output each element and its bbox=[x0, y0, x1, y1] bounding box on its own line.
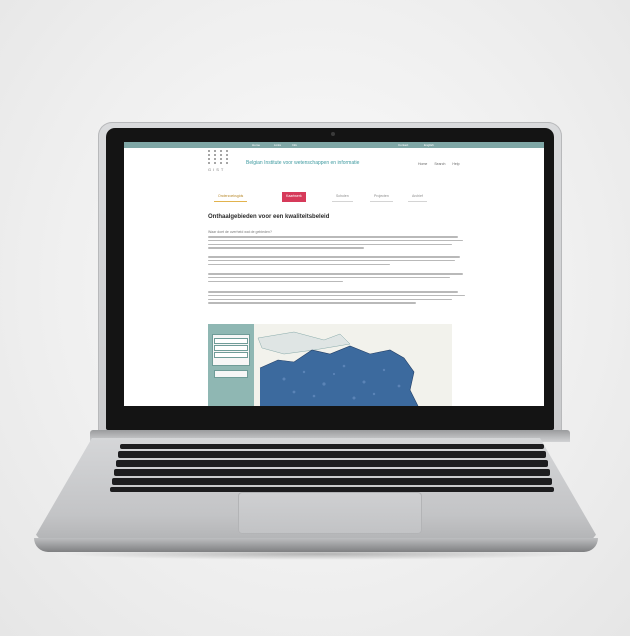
trackpad[interactable] bbox=[238, 492, 422, 534]
top-nav-item[interactable]: Home bbox=[252, 143, 260, 147]
laptop-front-edge bbox=[34, 538, 598, 552]
logo-text: GIST bbox=[208, 167, 226, 172]
top-nav: Home Links Info Contact English bbox=[124, 142, 544, 148]
logo-mark bbox=[208, 150, 232, 164]
tab-onderzoeksgids[interactable]: Onderzoeksgids bbox=[214, 192, 248, 202]
paragraph bbox=[208, 273, 468, 284]
map-layer-panel bbox=[208, 324, 254, 406]
tab-kaartwerk[interactable]: Kaartwerk bbox=[282, 192, 306, 202]
top-letter-row[interactable] bbox=[116, 460, 548, 467]
page-title: Onthaalgebieden voor een kwaliteitsbelei… bbox=[208, 214, 330, 220]
map-canvas[interactable] bbox=[254, 324, 452, 406]
tab-projecten[interactable]: Projecten bbox=[370, 192, 393, 202]
paragraph bbox=[208, 236, 468, 251]
number-key-row[interactable] bbox=[118, 451, 546, 458]
map-info-box bbox=[214, 370, 248, 378]
util-link[interactable]: Home bbox=[418, 162, 427, 166]
top-nav-item[interactable]: Links bbox=[274, 143, 281, 147]
bottom-letter-row[interactable] bbox=[112, 478, 552, 485]
site-logo[interactable]: GIST bbox=[208, 150, 232, 184]
laptop-screen: Home Links Info Contact English GIST Bel… bbox=[124, 142, 544, 406]
map-widget[interactable] bbox=[208, 324, 452, 406]
tab-bar: Onderzoeksgids Kaartwerk Scholen Project… bbox=[208, 192, 468, 204]
tab-archief[interactable]: Archief bbox=[408, 192, 427, 202]
paragraph bbox=[208, 256, 468, 267]
keyboard bbox=[108, 440, 556, 492]
camera-icon bbox=[331, 132, 335, 136]
site-title: Belgian Institute voor wetenschappen en … bbox=[246, 160, 360, 166]
paragraph bbox=[208, 291, 468, 306]
top-nav-item[interactable]: Contact bbox=[398, 143, 408, 147]
map-layer-option[interactable] bbox=[214, 338, 248, 344]
home-letter-row[interactable] bbox=[114, 469, 550, 476]
map-layer-option[interactable] bbox=[214, 352, 248, 358]
function-key-row[interactable] bbox=[120, 444, 544, 449]
util-link[interactable]: Help bbox=[452, 162, 459, 166]
top-nav-item[interactable]: Info bbox=[292, 143, 297, 147]
util-link[interactable]: Search bbox=[434, 162, 445, 166]
section-heading: Waar doet de overheid wat de gebieden? bbox=[208, 230, 272, 234]
utility-links: Home Search Help bbox=[418, 162, 466, 166]
tab-scholen[interactable]: Scholen bbox=[332, 192, 353, 202]
map-layer-option[interactable] bbox=[214, 345, 248, 351]
top-nav-item[interactable]: English bbox=[424, 143, 434, 147]
